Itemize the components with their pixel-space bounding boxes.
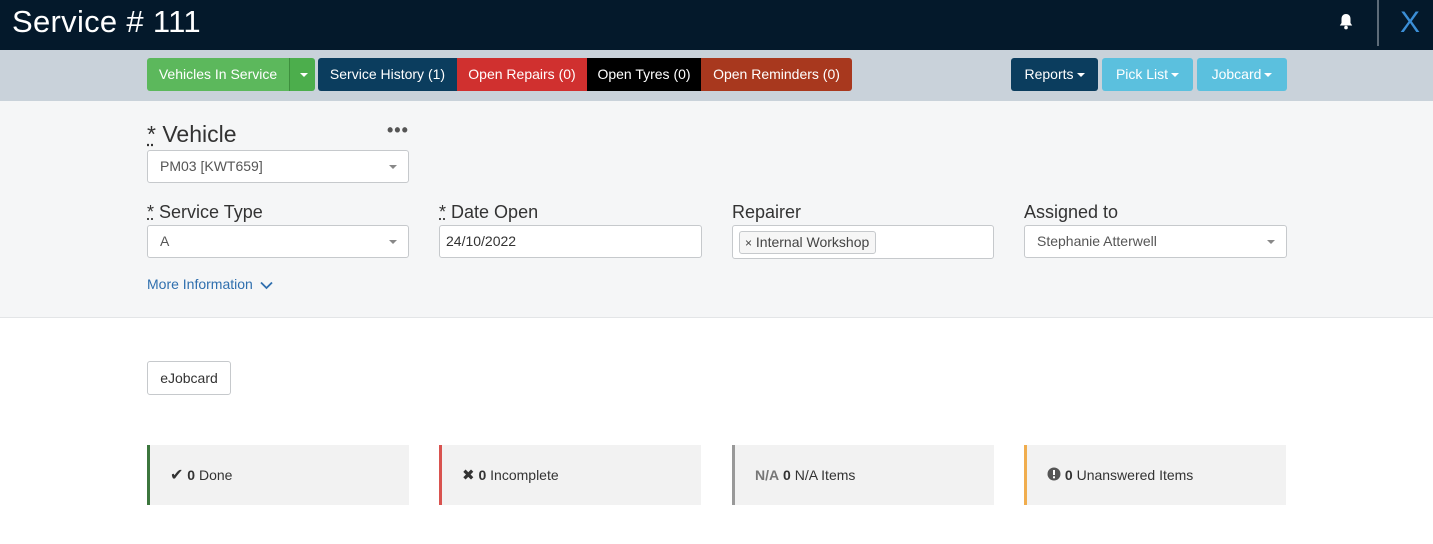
action-toolbar: Vehicles In Service Service History (1) … <box>0 50 1433 101</box>
assigned-to-label: Assigned to <box>1024 202 1119 222</box>
vehicle-label-text: Vehicle <box>162 121 237 147</box>
service-type-select[interactable]: A <box>147 225 409 258</box>
repairer-tag-label: Internal Workshop <box>755 234 870 250</box>
required-marker: * <box>147 202 155 222</box>
done-stat: ✔ 0 Done <box>147 445 409 505</box>
date-open-label: * Date Open <box>439 202 538 223</box>
reports-label: Reports <box>1024 66 1074 82</box>
caret-down-icon <box>300 73 308 78</box>
open-repairs-button[interactable]: Open Repairs (0) <box>457 58 587 91</box>
open-reminders-button[interactable]: Open Reminders (0) <box>701 58 852 91</box>
vehicle-select[interactable]: PM03 [KWT659] <box>147 150 409 183</box>
unanswered-stat: 0 Unanswered Items <box>1024 445 1286 505</box>
bell-icon[interactable] <box>1338 13 1354 31</box>
vehicle-value: PM03 [KWT659] <box>160 158 263 174</box>
assigned-to-select[interactable]: Stephanie Atterwell <box>1024 225 1287 258</box>
caret-down-icon <box>1171 73 1180 78</box>
cross-icon: ✖ <box>462 467 475 484</box>
top-bar: Service # 111 X <box>0 0 1433 50</box>
pick-list-button[interactable]: Pick List <box>1102 58 1193 91</box>
unanswered-count: 0 <box>1064 467 1073 483</box>
reports-button[interactable]: Reports <box>1011 58 1098 91</box>
assigned-to-value: Stephanie Atterwell <box>1037 233 1157 249</box>
done-count: 0 <box>187 467 196 483</box>
incomplete-count: 0 <box>478 467 487 483</box>
caret-down-icon <box>1076 73 1085 78</box>
service-type-label-text: Service Type <box>159 202 263 222</box>
jobcard-label: Jobcard <box>1211 66 1262 82</box>
required-marker: * <box>147 121 156 147</box>
date-open-input[interactable]: 24/10/2022 <box>439 225 702 258</box>
close-button[interactable]: X <box>1400 6 1420 40</box>
header-divider <box>1377 0 1379 46</box>
na-label: N/A Items <box>794 467 856 483</box>
repairer-tag: × Internal Workshop <box>739 231 877 254</box>
unanswered-label: Unanswered Items <box>1076 467 1194 483</box>
caret-down-icon <box>1267 240 1275 244</box>
date-open-value: 24/10/2022 <box>446 233 517 249</box>
incomplete-stat: ✖ 0 Incomplete <box>439 445 701 505</box>
caret-down-icon <box>1264 73 1273 78</box>
exclamation-circle-icon <box>1047 467 1061 481</box>
caret-down-icon <box>389 165 397 169</box>
na-prefix: N/A <box>755 467 780 483</box>
service-type-label: * Service Type <box>147 202 263 223</box>
check-icon: ✔ <box>170 467 184 484</box>
more-information-link[interactable]: More Information <box>147 276 273 292</box>
open-tyres-button[interactable]: Open Tyres (0) <box>587 58 701 91</box>
ejobcard-button[interactable]: eJobcard <box>147 361 231 395</box>
incomplete-label: Incomplete <box>490 467 559 483</box>
required-marker: * <box>439 202 447 222</box>
more-information-label: More Information <box>147 276 253 292</box>
service-history-button[interactable]: Service History (1) <box>318 58 457 91</box>
jobcard-button[interactable]: Jobcard <box>1197 58 1287 91</box>
repairer-label: Repairer <box>732 202 802 222</box>
na-stat: N/A 0 N/A Items <box>732 445 994 505</box>
vehicle-label: * Vehicle <box>147 121 237 148</box>
service-form: * Vehicle ••• PM03 [KWT659] * Service Ty… <box>0 101 1433 318</box>
more-options-icon[interactable]: ••• <box>387 120 409 141</box>
tag-remove-icon[interactable]: × <box>745 236 752 250</box>
service-type-value: A <box>160 233 170 249</box>
caret-down-icon <box>389 240 397 244</box>
na-count: 0 <box>783 467 791 483</box>
vehicles-dropdown-toggle[interactable] <box>289 58 315 91</box>
done-label: Done <box>198 467 233 483</box>
vehicles-in-service-button[interactable]: Vehicles In Service <box>147 58 289 91</box>
date-open-label-text: Date Open <box>451 202 539 222</box>
chevron-down-icon <box>260 281 273 290</box>
pick-list-label: Pick List <box>1115 66 1169 82</box>
repairer-multiselect[interactable]: × Internal Workshop <box>732 225 994 259</box>
page-title: Service # 111 <box>12 4 201 39</box>
